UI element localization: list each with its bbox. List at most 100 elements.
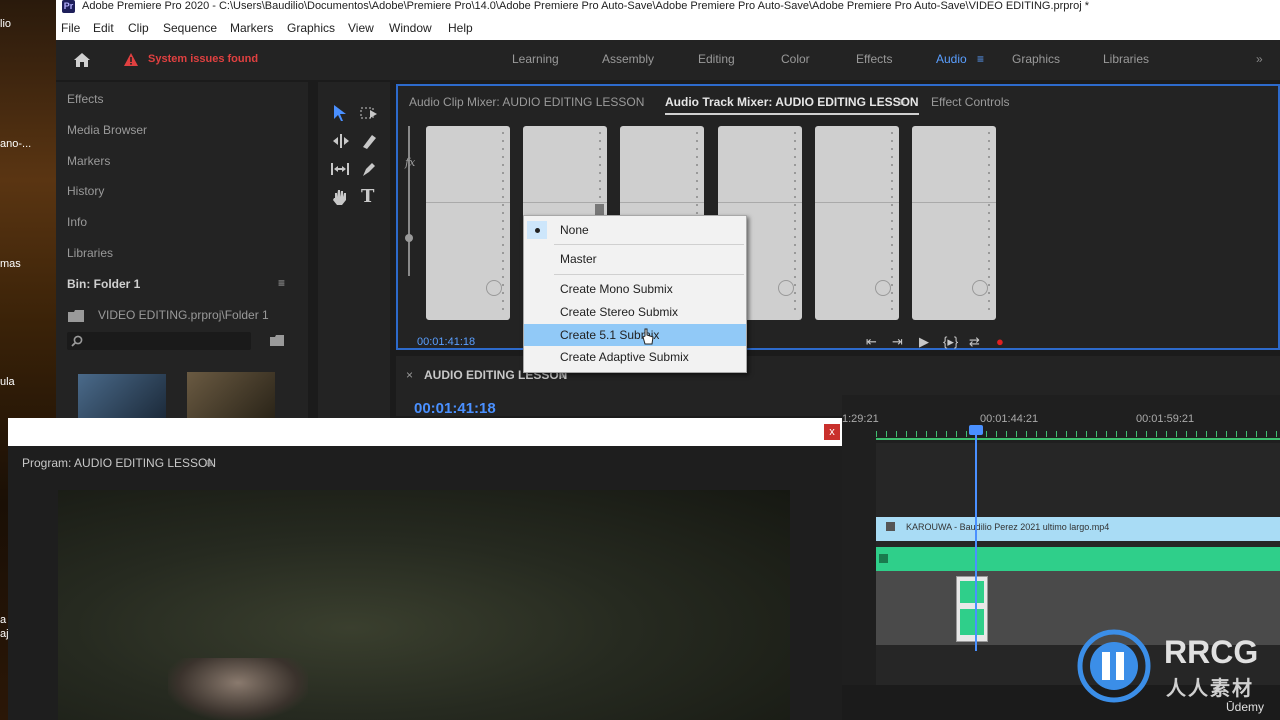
desktop-label: ano-...: [0, 138, 32, 150]
menu-markers[interactable]: Markers: [230, 21, 273, 35]
close-sequence-icon[interactable]: ×: [406, 368, 413, 382]
menu-item-create-stereo-submix[interactable]: Create Stereo Submix: [524, 301, 746, 323]
mixer-menu-icon[interactable]: ≡: [898, 95, 905, 109]
desktop-label: mas: [0, 258, 21, 270]
mouse-cursor-icon: [642, 328, 654, 345]
audio-clip[interactable]: [876, 547, 1280, 571]
menu-graphics[interactable]: Graphics: [287, 21, 335, 35]
send-knob-icon[interactable]: [402, 232, 416, 244]
work-area-bar[interactable]: [876, 438, 1280, 440]
play-in-to-out-icon[interactable]: {▸}: [943, 334, 958, 350]
bin-menu-icon[interactable]: ≡: [278, 276, 285, 290]
mixer-channel-strip[interactable]: [815, 126, 899, 320]
menu-item-create-5-1-submix[interactable]: Create 5.1 Submix: [524, 324, 746, 346]
window-titlebar[interactable]: x: [8, 418, 842, 446]
menu-item-none[interactable]: None: [524, 219, 746, 241]
mixer-channel-strip[interactable]: [912, 126, 996, 320]
home-icon[interactable]: [73, 52, 91, 68]
time-ruler[interactable]: [876, 431, 1280, 437]
workspace-editing[interactable]: Editing: [698, 52, 735, 66]
bin-title[interactable]: Bin: Folder 1: [67, 277, 140, 291]
razor-tool-icon[interactable]: [360, 132, 378, 150]
menu-item-create-adaptive-submix[interactable]: Create Adaptive Submix: [524, 346, 746, 368]
pen-tool-icon[interactable]: [361, 160, 377, 178]
menu-item-master[interactable]: Master: [524, 248, 746, 270]
search-icon: [71, 335, 83, 347]
selection-tool-icon[interactable]: [332, 104, 348, 122]
audio-clip-icon: [879, 554, 888, 563]
workspace-effects[interactable]: Effects: [856, 52, 892, 66]
menu-item-label: Create Stereo Submix: [560, 305, 679, 319]
panel-libraries[interactable]: Libraries: [67, 246, 113, 260]
udemy-label: Ūdemy: [1226, 700, 1265, 714]
menu-view[interactable]: View: [348, 21, 374, 35]
program-video-frame[interactable]: [58, 490, 790, 720]
clip-thumb: [960, 581, 984, 603]
clip-thumbnail[interactable]: [78, 374, 166, 418]
left-panel: Effects Media Browser Markers History In…: [56, 82, 308, 418]
playhead-handle[interactable]: [969, 425, 983, 435]
person-figure: [168, 658, 308, 720]
watermark-brand: RRCG: [1164, 634, 1259, 670]
video-clip[interactable]: KAROUWA - Baudilio Perez 2021 ultimo lar…: [876, 517, 1280, 541]
tab-audio-clip-mixer[interactable]: Audio Clip Mixer: AUDIO EDITING LESSON: [409, 95, 644, 109]
small-clip[interactable]: [956, 576, 988, 642]
workspace-graphics[interactable]: Graphics: [1012, 52, 1060, 66]
sequence-timecode[interactable]: 00:01:41:18: [414, 400, 496, 417]
menu-clip[interactable]: Clip: [128, 21, 149, 35]
workspace-audio[interactable]: Audio: [936, 52, 967, 66]
panel-effects[interactable]: Effects: [67, 92, 103, 106]
menu-separator: [554, 244, 744, 245]
record-icon[interactable]: ●: [996, 334, 1004, 349]
desktop-label: lio: [0, 18, 12, 30]
program-monitor-title[interactable]: Program: AUDIO EDITING LESSON: [22, 456, 216, 470]
mixer-timecode[interactable]: 00:01:41:18: [417, 336, 475, 348]
panel-markers[interactable]: Markers: [67, 154, 110, 168]
program-monitor-window: x Program: AUDIO EDITING LESSON ≡: [8, 418, 842, 720]
dropdown-arrow-icon[interactable]: [595, 204, 604, 215]
menu-sequence[interactable]: Sequence: [163, 21, 217, 35]
workspace-assembly[interactable]: Assembly: [602, 52, 654, 66]
watermark-sub: 人人素材: [1166, 678, 1254, 700]
ripple-edit-tool-icon[interactable]: [332, 133, 350, 149]
menu-file[interactable]: File: [61, 21, 80, 35]
program-menu-icon[interactable]: ≡: [206, 456, 213, 470]
ruler-label: 1:29:21: [842, 413, 879, 425]
bin-search-input[interactable]: [67, 332, 251, 350]
go-to-out-icon[interactable]: ⇥: [892, 334, 903, 350]
workspace-libraries[interactable]: Libraries: [1103, 52, 1149, 66]
panel-info[interactable]: Info: [67, 215, 87, 229]
close-window-icon[interactable]: x: [824, 424, 840, 440]
panel-media-browser[interactable]: Media Browser: [67, 123, 147, 137]
menu-bar: File Edit Clip Sequence Markers Graphics…: [56, 16, 1280, 40]
menu-edit[interactable]: Edit: [93, 21, 114, 35]
menu-item-create-mono-submix[interactable]: Create Mono Submix: [524, 278, 746, 300]
new-bin-icon[interactable]: [269, 334, 285, 347]
track-select-tool-icon[interactable]: [360, 106, 378, 120]
watermark: RRCG 人人素材 Ūdemy: [1076, 624, 1280, 720]
desktop-label: a: [0, 614, 7, 626]
more-workspaces-icon[interactable]: »: [1256, 52, 1263, 66]
panel-history[interactable]: History: [67, 184, 104, 198]
type-tool-icon[interactable]: T: [361, 186, 374, 207]
system-issues-alert[interactable]: System issues found: [148, 53, 258, 65]
tab-effect-controls[interactable]: Effect Controls: [931, 95, 1009, 109]
workspace-learning[interactable]: Learning: [512, 52, 559, 66]
clip-thumbnail[interactable]: [187, 372, 275, 418]
workspace-menu-icon[interactable]: ≡: [977, 52, 984, 66]
play-icon[interactable]: ▶: [919, 334, 929, 350]
playhead[interactable]: [975, 425, 977, 651]
clip-thumb: [960, 609, 984, 635]
slip-tool-icon[interactable]: [330, 162, 350, 176]
hand-tool-icon[interactable]: [331, 188, 349, 206]
folder-icon: [68, 310, 84, 322]
menu-window[interactable]: Window: [389, 21, 432, 35]
loop-icon[interactable]: ⇄: [969, 334, 980, 350]
tab-audio-track-mixer[interactable]: Audio Track Mixer: AUDIO EDITING LESSON: [665, 95, 919, 115]
go-to-in-icon[interactable]: ⇤: [866, 334, 877, 350]
menu-item-label: Master: [560, 252, 597, 266]
workspace-color[interactable]: Color: [781, 52, 810, 66]
mixer-channel-strip[interactable]: [426, 126, 510, 320]
menu-help[interactable]: Help: [448, 21, 473, 35]
menu-separator: [554, 274, 744, 275]
